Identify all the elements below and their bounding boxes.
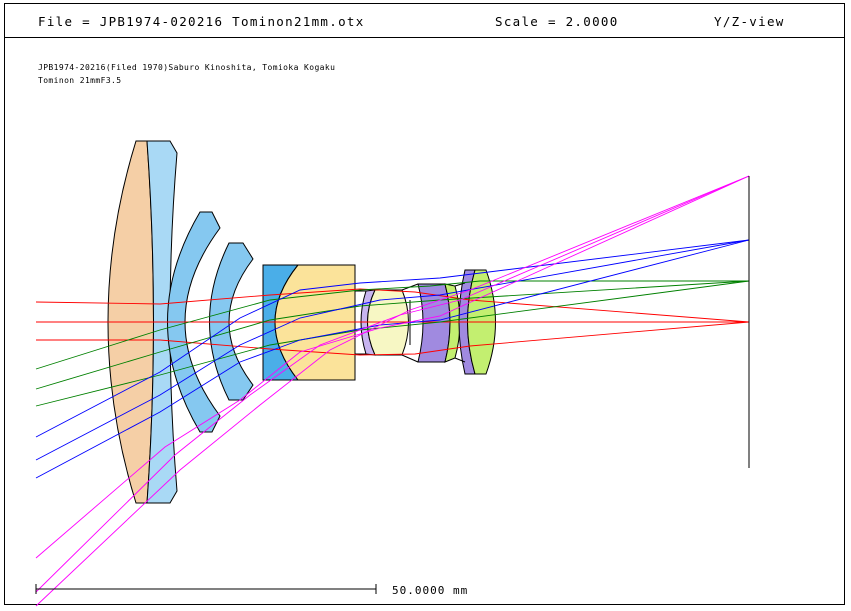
scale-bar — [35, 584, 377, 594]
lens-element-4 — [209, 242, 254, 401]
lens-layout-view: File = JPB1974-020216 Tominon21mm.otx Sc… — [0, 0, 851, 611]
optical-diagram — [35, 140, 750, 607]
scale-bar-label: 50.0000 mm — [392, 584, 469, 597]
